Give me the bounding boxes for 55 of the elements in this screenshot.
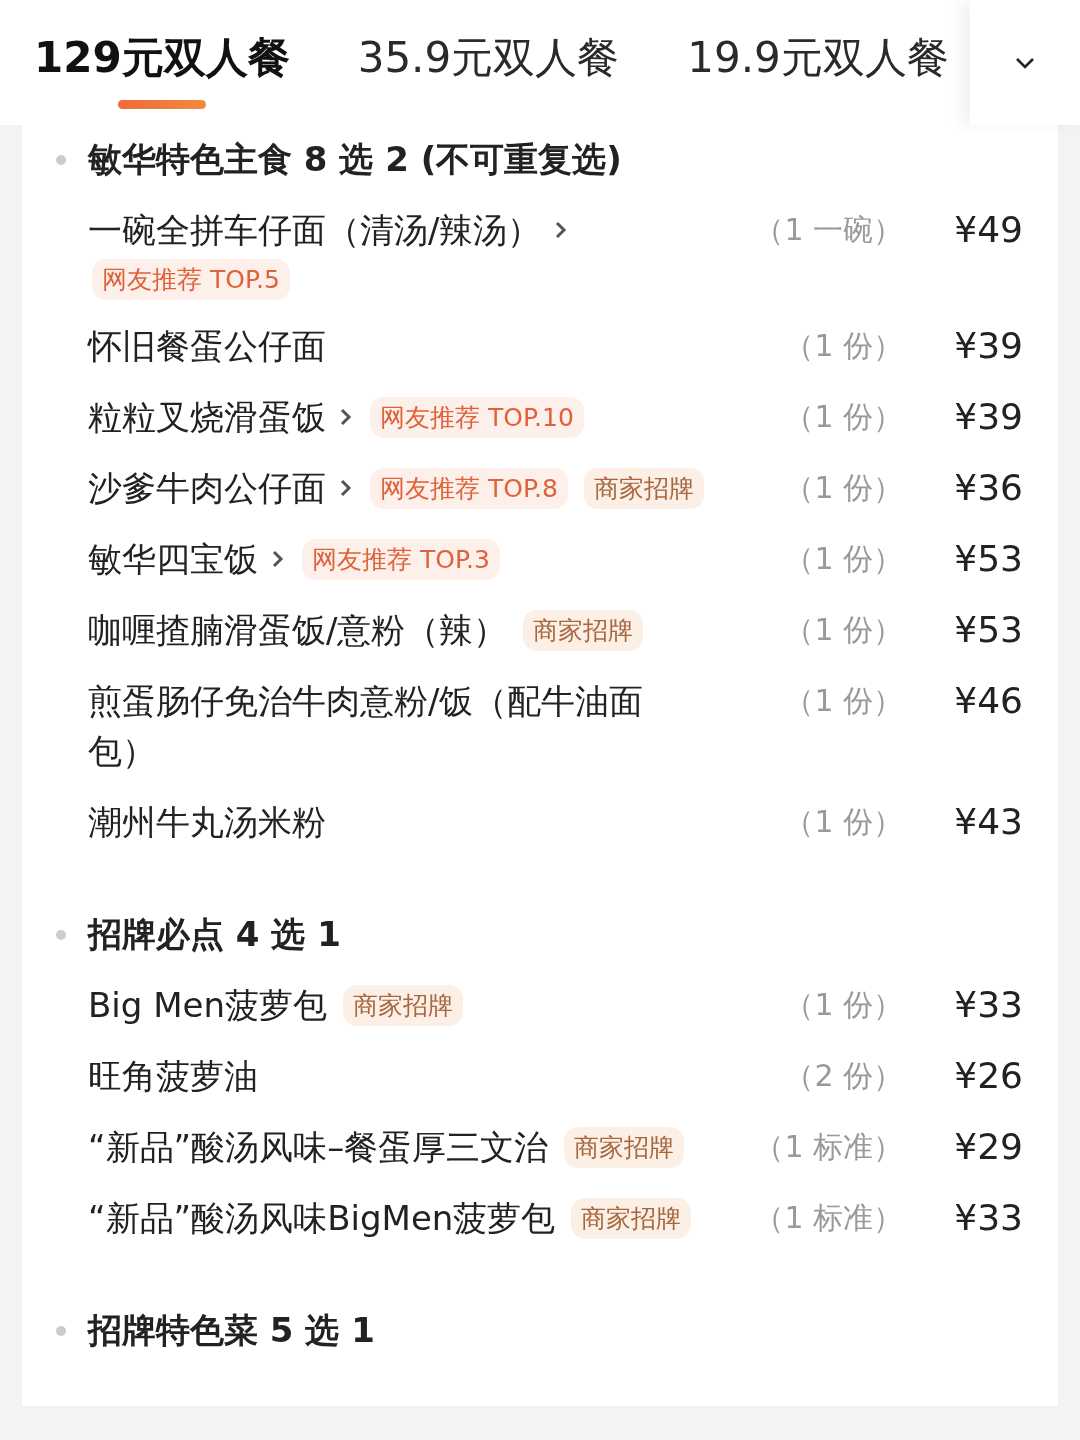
quantity: （1 份） bbox=[783, 469, 903, 507]
dish-tag: 商家招牌 bbox=[571, 1197, 692, 1239]
dish-name: “新品”酸汤风味BigMen菠萝包 bbox=[88, 1197, 556, 1240]
dish-name: 一碗全拼车仔面（清汤/辣汤） bbox=[88, 209, 542, 252]
section-title: 招牌特色菜 5 选 1 bbox=[88, 1309, 375, 1352]
quantity: （1 一碗） bbox=[753, 211, 903, 249]
bullet-dot bbox=[56, 155, 66, 165]
quantity: （1 份） bbox=[783, 540, 903, 578]
dish-name: Big Men菠萝包 bbox=[88, 984, 327, 1027]
price: ¥39 bbox=[953, 324, 1023, 368]
quantity: （1 份） bbox=[783, 682, 903, 720]
quantity: （1 标准） bbox=[753, 1199, 903, 1237]
price: ¥49 bbox=[953, 208, 1023, 252]
price: ¥53 bbox=[953, 608, 1023, 652]
dish-name: 沙爹牛肉公仔面 bbox=[88, 467, 326, 510]
quantity: （1 份） bbox=[783, 398, 903, 436]
quantity: （1 份） bbox=[783, 327, 903, 365]
quantity: （2 份） bbox=[783, 1057, 903, 1095]
quantity: （1 份） bbox=[783, 986, 903, 1024]
bullet-dot bbox=[56, 1326, 66, 1336]
price: ¥36 bbox=[953, 466, 1023, 510]
dish-name: 咖喱揸腩滑蛋饭/意粉（辣） bbox=[88, 609, 508, 652]
dish-name: 怀旧餐蛋公仔面 bbox=[88, 325, 326, 368]
quantity: （1 标准） bbox=[753, 1128, 903, 1166]
price: ¥33 bbox=[953, 983, 1023, 1027]
quantity: （1 份） bbox=[783, 803, 903, 841]
quantity: （1 份） bbox=[783, 611, 903, 649]
dish-tag: 商家招牌 bbox=[523, 609, 644, 651]
dish-tag: 网友推荐 TOP.10 bbox=[370, 396, 584, 438]
section-title: 敏华特色主食 8 选 2 (不可重复选) bbox=[88, 138, 622, 181]
dish-tag: 网友推荐 TOP.5 bbox=[92, 259, 290, 300]
dish-tag: 商家招牌 bbox=[583, 467, 704, 509]
price: ¥43 bbox=[953, 800, 1023, 844]
dish-name: 潮州牛丸汤米粉 bbox=[88, 801, 326, 844]
price: ¥39 bbox=[953, 395, 1023, 439]
dish-name: 敏华四宝饭 bbox=[88, 538, 258, 581]
dish-tag: 商家招牌 bbox=[564, 1126, 685, 1168]
dish-tag: 商家招牌 bbox=[342, 984, 463, 1026]
price: ¥29 bbox=[953, 1125, 1023, 1169]
price: ¥53 bbox=[953, 537, 1023, 581]
dish-tag: 网友推荐 TOP.3 bbox=[302, 538, 500, 580]
price: ¥33 bbox=[953, 1196, 1023, 1240]
dish-name: “新品”酸汤风味–餐蛋厚三文治 bbox=[88, 1126, 549, 1169]
dish-name: 旺角菠萝油 bbox=[88, 1055, 258, 1098]
price: ¥46 bbox=[953, 679, 1023, 723]
dish-name: 粒粒叉烧滑蛋饭 bbox=[88, 396, 326, 439]
dish-tag: 网友推荐 TOP.8 bbox=[370, 467, 568, 509]
chevron-down-icon bbox=[1014, 55, 1036, 70]
plan-tab[interactable]: 35.9元双人餐 bbox=[357, 30, 620, 109]
plan-tab[interactable]: 19.9元双人餐 bbox=[687, 30, 949, 109]
section-title: 招牌必点 4 选 1 bbox=[88, 913, 341, 956]
dish-name: 煎蛋肠仔免治牛肉意粉/饭（配牛油面包） bbox=[88, 680, 645, 773]
plan-tab[interactable]: 129元双人餐 bbox=[34, 30, 290, 109]
bullet-dot bbox=[56, 930, 66, 940]
price: ¥26 bbox=[953, 1054, 1023, 1098]
